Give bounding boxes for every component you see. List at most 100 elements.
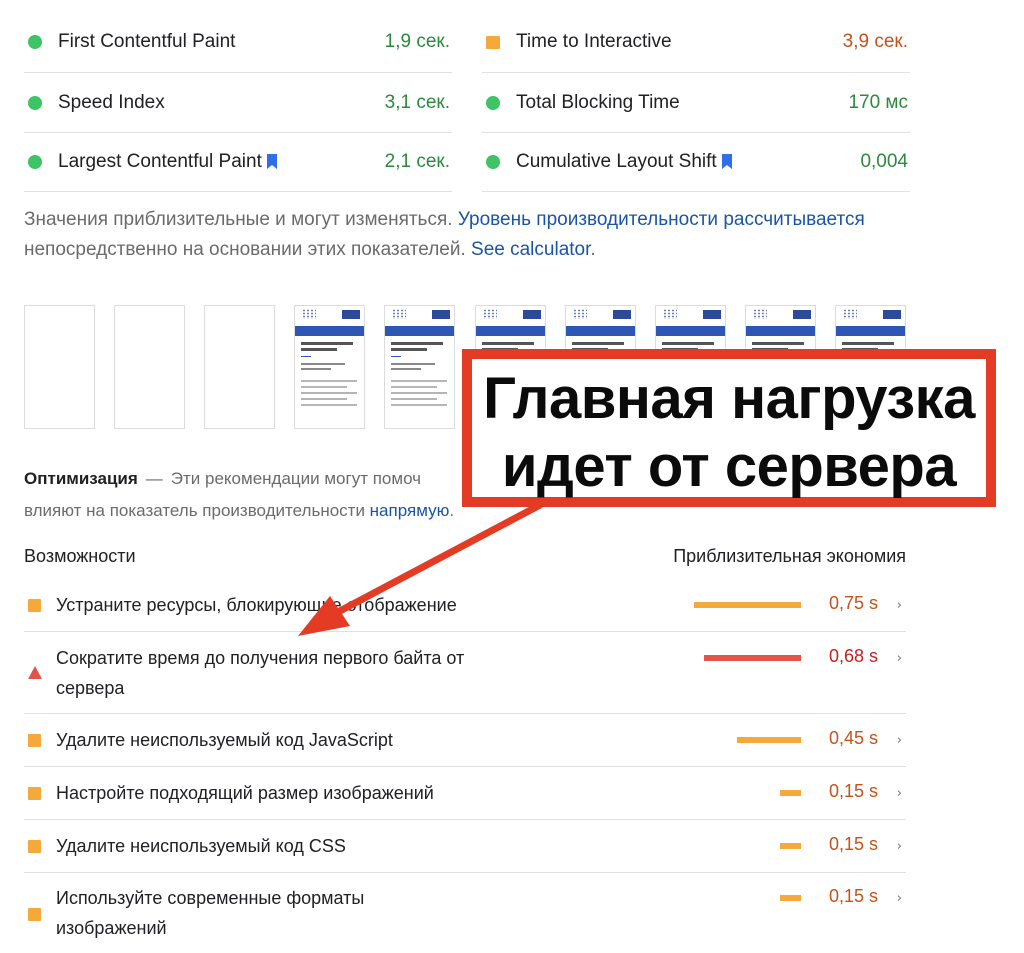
- opportunities-list: Устраните ресурсы, блокирующие отображен…: [24, 578, 906, 953]
- chevron-right-icon[interactable]: ›: [897, 839, 902, 854]
- frame-fbtn: [883, 310, 901, 319]
- opportunity-title: Устраните ресурсы, блокирующие отображен…: [56, 595, 457, 615]
- opportunity-row[interactable]: Сократите время до получения первого бай…: [24, 632, 906, 714]
- frame-flogo: [843, 309, 857, 319]
- dash: —: [145, 469, 163, 488]
- frame-fbtn: [342, 310, 360, 319]
- frame-ft1: [572, 342, 624, 345]
- note-text: Значения приблизительные и могут изменят…: [24, 209, 458, 230]
- metric-row: First Contentful Paint 1,9 сек.: [24, 12, 452, 72]
- metric-row: Speed Index 3,1 сек.: [24, 72, 452, 132]
- filmstrip-frame: [24, 305, 95, 429]
- savings-value: 0,15 s: [828, 781, 878, 801]
- filmstrip-frame: [204, 305, 275, 429]
- performance-score-link[interactable]: Уровень производительности рассчитываетс…: [458, 209, 865, 230]
- frame-paragraph-line: [391, 380, 447, 382]
- savings-bar: [737, 737, 801, 743]
- opportunity-row[interactable]: Настройте подходящий размер изображений …: [24, 767, 906, 820]
- optimization-title: Оптимизация: [24, 469, 138, 488]
- frame-ft1: [482, 342, 534, 345]
- savings-value: 0,75 s: [828, 593, 878, 613]
- frame-paragraph-line: [391, 392, 447, 394]
- frame-fbtn: [432, 310, 450, 319]
- frame-flogo: [392, 309, 406, 319]
- chevron-right-icon[interactable]: ›: [897, 786, 902, 801]
- chevron-right-icon[interactable]: ›: [897, 598, 902, 613]
- opportunity-row[interactable]: Удалите неиспользуемый код CSS 0,15 s ›: [24, 820, 906, 873]
- opportunity-row[interactable]: Устраните ресурсы, блокирующие отображен…: [24, 578, 906, 632]
- frame-flogo: [573, 309, 587, 319]
- green-circle-icon: [28, 35, 42, 49]
- frame-paragraph-line: [301, 404, 357, 406]
- filmstrip-frame: [114, 305, 185, 429]
- savings-bar: [694, 602, 801, 608]
- orange-square-icon: [28, 908, 41, 921]
- metric-label: Speed Index: [58, 91, 165, 113]
- frame-ft4: [391, 363, 435, 365]
- callout-line: Главная нагрузка: [483, 366, 975, 431]
- opportunity-row[interactable]: Удалите неиспользуемый код JavaScript 0,…: [24, 714, 906, 767]
- orange-square-icon: [486, 35, 500, 49]
- frame-paragraph-line: [301, 380, 357, 382]
- metric-label: Time to Interactive: [516, 31, 672, 52]
- frame-ft4: [301, 363, 345, 365]
- metrics-column-left: First Contentful Paint 1,9 сек. Speed In…: [24, 12, 452, 192]
- orange-square-icon: [28, 734, 41, 747]
- opportunity-title: Сократите время до получения первого бай…: [56, 648, 465, 698]
- metric-value: 1,9 сек.: [384, 31, 450, 52]
- green-circle-icon: [28, 155, 42, 169]
- callout-line: идет от сервера: [501, 434, 957, 499]
- frame-paragraph-line: [301, 386, 347, 388]
- frame-fbar: [295, 326, 364, 336]
- frame-ft3: [301, 356, 311, 357]
- frame-ft1: [842, 342, 894, 345]
- see-calculator-link[interactable]: See calculator: [471, 239, 590, 260]
- frame-fbar: [566, 326, 635, 336]
- metric-label: Total Blocking Time: [516, 91, 680, 113]
- savings-column-label: Приблизительная экономия: [673, 545, 906, 566]
- opportunity-column-label: Возможности: [24, 545, 136, 566]
- frame-ft5: [301, 368, 331, 370]
- frame-ft2: [301, 348, 337, 351]
- opportunity-title: Удалите неиспользуемый код JavaScript: [56, 730, 393, 750]
- frame-fbar: [656, 326, 725, 336]
- chevron-right-icon[interactable]: ›: [897, 651, 902, 666]
- metric-value: 170 мс: [848, 91, 908, 113]
- metric-value: 3,9 сек.: [842, 31, 908, 52]
- frame-ft1: [301, 342, 353, 345]
- red-triangle-icon: [28, 666, 42, 679]
- frame-flogo: [753, 309, 767, 319]
- savings-bar: [780, 895, 801, 901]
- frame-flogo: [663, 309, 677, 319]
- metric-row: Cumulative Layout Shift 0,004: [482, 132, 910, 192]
- filmstrip-frame: [384, 305, 455, 429]
- opportunity-row[interactable]: Используйте современные форматы изображе…: [24, 873, 906, 953]
- chevron-right-icon[interactable]: ›: [897, 733, 902, 748]
- chevron-right-icon[interactable]: ›: [897, 891, 902, 906]
- opportunity-title: Удалите неиспользуемый код CSS: [56, 836, 346, 856]
- metric-label: Cumulative Layout Shift: [516, 151, 860, 173]
- savings-value: 0,15 s: [828, 886, 878, 906]
- annotation-callout: Главная нагрузка идет от сервера: [462, 349, 996, 507]
- optimization-text: .: [449, 501, 455, 520]
- frame-paragraph-line: [391, 386, 437, 388]
- green-circle-icon: [486, 95, 500, 110]
- metric-value: 3,1 сек.: [384, 91, 450, 113]
- metric-label: Largest Contentful Paint: [58, 151, 385, 173]
- metric-row: Largest Contentful Paint 2,1 сек.: [24, 132, 452, 192]
- frame-flogo: [302, 309, 316, 319]
- savings-value: 0,15 s: [828, 834, 878, 854]
- savings-value: 0,45 s: [828, 728, 878, 748]
- frame-paragraph-line: [301, 392, 357, 394]
- green-circle-icon: [28, 95, 42, 110]
- opportunity-title: Настройте подходящий размер изображений: [56, 783, 434, 803]
- filmstrip-frame: [294, 305, 365, 429]
- metric-value: 0,004: [860, 151, 908, 172]
- frame-paragraph-line: [391, 398, 437, 400]
- frame-fbar: [476, 326, 545, 336]
- frame-fbar: [385, 326, 454, 336]
- bookmark-icon[interactable]: [266, 154, 278, 170]
- directly-link[interactable]: напрямую: [370, 501, 450, 520]
- frame-fbar: [746, 326, 815, 336]
- bookmark-icon[interactable]: [721, 154, 733, 170]
